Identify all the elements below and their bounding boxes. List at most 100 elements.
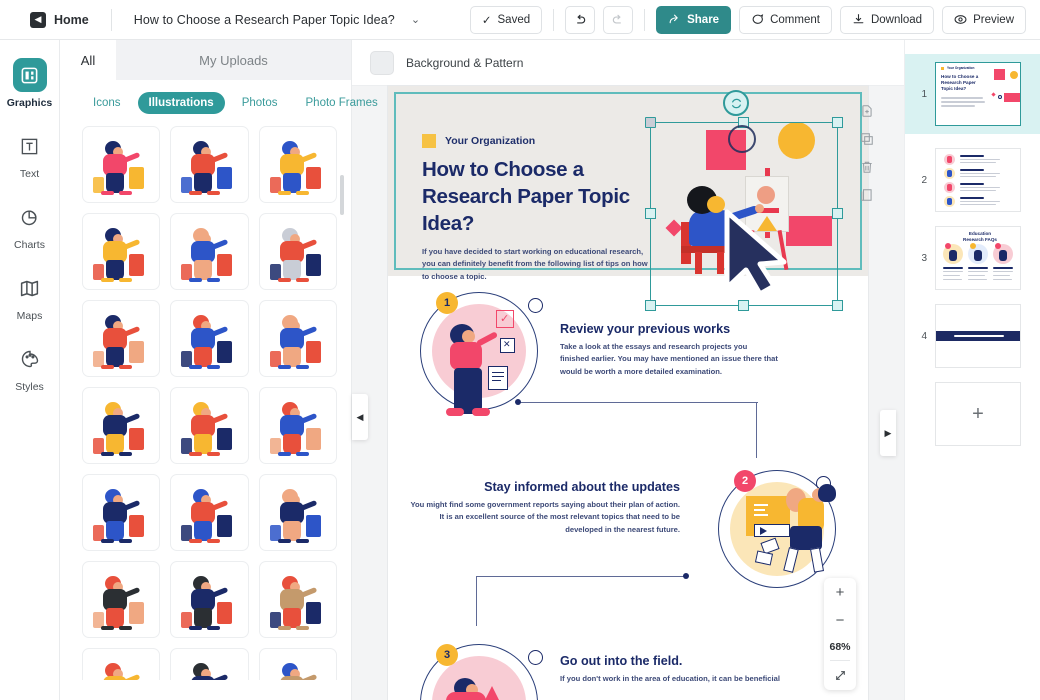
rail-item-maps[interactable]: Maps (0, 271, 59, 322)
step-2-heading[interactable]: Stay informed about the updates (408, 480, 680, 494)
step-3-badge: 3 (436, 644, 458, 666)
illustration-thumbnail[interactable] (82, 561, 161, 638)
redo-button[interactable] (603, 5, 634, 34)
chevron-down-icon[interactable]: ⌄ (411, 13, 420, 26)
collapse-right-panel-button[interactable]: ▶ (880, 410, 896, 456)
illustration-thumbnail[interactable] (258, 213, 337, 290)
collapse-left-panel-button[interactable]: ◀ (352, 394, 368, 440)
rail-item-text[interactable]: Text (0, 129, 59, 180)
step-3-body[interactable]: If you don't work in the area of educati… (560, 673, 790, 685)
illustration-thumbnail[interactable] (82, 648, 161, 680)
illustration-thumbnail[interactable] (170, 300, 249, 377)
rail-item-charts[interactable]: Charts (0, 200, 59, 251)
illustration-thumbnail[interactable] (170, 387, 249, 464)
undo-button[interactable] (565, 5, 596, 34)
illustration-thumbnail[interactable] (258, 126, 337, 203)
document-title[interactable]: How to Choose a Research Paper Topic Ide… (134, 13, 395, 27)
rail-item-styles[interactable]: Styles (0, 342, 59, 393)
subtab-icons[interactable]: Icons (82, 92, 132, 114)
step-2: 2 Stay informed about the updates You mi… (388, 452, 868, 632)
page-thumbnail[interactable]: Education Research FAQs (935, 226, 1021, 290)
resize-handle-middle-right[interactable] (832, 208, 843, 219)
illustration-thumbnail[interactable] (82, 126, 161, 203)
pages-panel: 1 Your Organization How to Choose a Resear… (904, 40, 1040, 700)
page-thumbnail-row[interactable]: 1 Your Organization How to Choose a Resear… (905, 54, 1040, 134)
panel-scrollbar[interactable] (340, 175, 344, 215)
step-1-fig-shoe-l (446, 408, 464, 416)
illustration-thumbnail[interactable] (170, 474, 249, 551)
subtab-photos[interactable]: Photos (231, 92, 289, 114)
page-thumbnail-row[interactable]: 3 Education Research FAQs (905, 226, 1040, 290)
resize-handle-bottom-right[interactable] (832, 300, 843, 311)
illustration-thumbnail[interactable] (258, 648, 337, 680)
step-2-panel-line1 (754, 504, 768, 506)
resize-handle-middle-left[interactable] (645, 208, 656, 219)
rail-label-styles: Styles (15, 381, 44, 393)
page-thumbnail[interactable] (935, 148, 1021, 212)
preview-button[interactable]: Preview (942, 5, 1026, 34)
illustration-thumbnail[interactable] (170, 648, 249, 680)
download-icon (853, 14, 864, 24)
download-button[interactable]: Download (839, 5, 935, 34)
step-2-badge: 2 (734, 470, 756, 492)
zoom-in-button[interactable]: + (824, 578, 856, 606)
step-3-fig-body (446, 692, 486, 700)
saved-status-button[interactable]: ✓ Saved (469, 5, 543, 34)
illustration-thumbnail[interactable] (258, 474, 337, 551)
asset-type-tabs: Icons Illustrations Photos Photo Frames (60, 80, 378, 124)
page-thumbnail[interactable] (935, 304, 1021, 368)
illustration-thumbnail[interactable] (170, 213, 249, 290)
resize-handle-bottom-left[interactable] (645, 300, 656, 311)
resize-handle-top-right[interactable] (832, 117, 843, 128)
duplicate-page-icon[interactable] (860, 132, 874, 146)
tab-my-uploads[interactable]: My Uploads (116, 40, 351, 80)
step-2-panel-line2 (754, 509, 765, 511)
share-label: Share (687, 13, 720, 26)
cursor-arrow-icon (722, 208, 788, 300)
illustration-thumbnail[interactable] (170, 126, 249, 203)
top-toolbar: ◀ Home How to Choose a Research Paper To… (0, 0, 1040, 40)
illustration-thumbnail[interactable] (258, 300, 337, 377)
illustration-thumbnail[interactable] (82, 213, 161, 290)
step-3-heading[interactable]: Go out into the field. (560, 654, 790, 668)
illustration-thumbnail[interactable] (258, 561, 337, 638)
rotate-handle[interactable] (723, 90, 749, 116)
page-thumbnail[interactable]: Your Organization How to Choose a Researc… (935, 62, 1021, 126)
add-page-icon[interactable] (860, 104, 874, 118)
comment-button[interactable]: Comment (739, 5, 832, 34)
illustration-thumbnail[interactable] (82, 474, 161, 551)
step-3-text: Go out into the field. If you don't work… (560, 654, 790, 685)
add-page-button[interactable]: + (935, 382, 1021, 446)
slide-title[interactable]: How to Choose a Research Paper Topic Ide… (422, 156, 652, 237)
background-pattern-label[interactable]: Background & Pattern (406, 56, 523, 70)
tab-all[interactable]: All (60, 40, 116, 80)
resize-handle-bottom-center[interactable] (738, 300, 749, 311)
illustration-thumbnail[interactable] (82, 387, 161, 464)
check-icon: ✓ (481, 14, 492, 27)
subtab-photo-frames[interactable]: Photo Frames (295, 92, 389, 114)
step-1-heading[interactable]: Review your previous works (560, 322, 778, 336)
page-thumbnail-row[interactable]: 2 (905, 148, 1040, 212)
zoom-out-button[interactable]: − (824, 606, 856, 634)
add-page-row[interactable]: + (905, 382, 1040, 446)
step-2-connector-dot (683, 573, 689, 579)
redo-icon (612, 14, 622, 23)
home-button[interactable]: ◀ Home (30, 11, 89, 28)
step-1-check-icon: ✓ (500, 313, 510, 325)
step-1-body[interactable]: Take a look at the essays and research p… (560, 341, 778, 378)
illustration-thumbnail[interactable] (170, 561, 249, 638)
rail-item-graphics[interactable]: Graphics (0, 58, 59, 109)
share-button[interactable]: Share (656, 5, 732, 34)
delete-page-icon[interactable] (860, 160, 874, 174)
background-swatch[interactable] (370, 50, 394, 75)
illustration-thumbnail[interactable] (82, 300, 161, 377)
step-2-body[interactable]: You might find some government reports s… (408, 499, 680, 536)
subtab-illustrations[interactable]: Illustrations (137, 92, 225, 114)
page-number: 1 (921, 88, 927, 100)
step-2-fig-hair (818, 484, 836, 502)
fit-screen-button[interactable] (824, 661, 856, 689)
resize-handle-top-left[interactable] (645, 117, 656, 128)
illustration-thumbnail[interactable] (258, 387, 337, 464)
page-thumbnail-row[interactable]: 4 (905, 304, 1040, 368)
copy-page-icon[interactable] (860, 188, 874, 202)
